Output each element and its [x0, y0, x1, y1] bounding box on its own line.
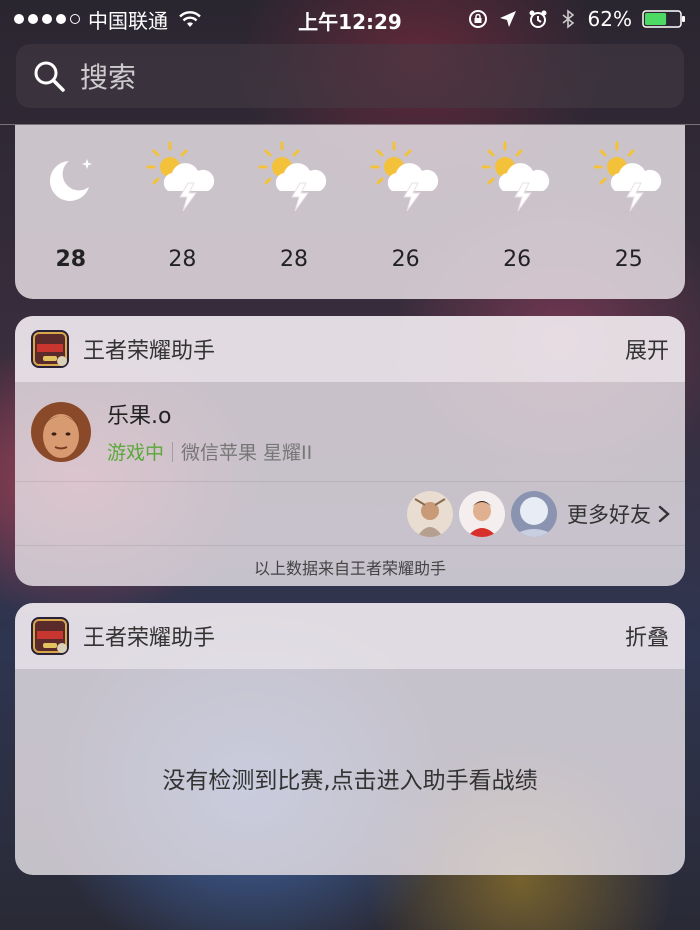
expand-button[interactable]: 展开: [625, 333, 669, 365]
forecast-item: 28: [127, 139, 239, 272]
in-game-status: 游戏中: [107, 442, 165, 464]
status-divider: [172, 441, 174, 462]
friend-avatar: [31, 401, 91, 462]
friend-avatar-small: [407, 490, 453, 537]
more-friends-link[interactable]: 更多好友: [567, 499, 651, 529]
bluetooth-icon: [562, 9, 574, 29]
alarm-icon: [529, 10, 547, 28]
battery-icon: [642, 10, 685, 28]
status-bar: 中国联通 上午12:29 62%: [0, 0, 700, 38]
forecast-item: 28: [15, 139, 127, 272]
carrier-name: 中国联通: [88, 8, 168, 33]
collapse-button[interactable]: 折叠: [625, 620, 669, 652]
search-placeholder: 搜索: [80, 61, 137, 94]
forecast-temp: 26: [391, 247, 420, 272]
data-source-note: 以上数据来自王者荣耀助手: [253, 559, 446, 578]
forecast-item: 26: [350, 139, 462, 272]
search-input[interactable]: 搜索: [16, 44, 684, 108]
forecast-temp: 28: [168, 247, 197, 272]
friend-avatar-small: [511, 490, 557, 537]
forecast-temp: 25: [614, 247, 643, 272]
friend-name: 乐果.o: [107, 404, 172, 429]
forecast-temp: 28: [279, 247, 308, 272]
sun-thunder-icon: [258, 141, 327, 212]
forecast-temp: 28: [55, 247, 87, 272]
forecast-temp: 26: [503, 247, 532, 272]
moon-stars-icon: [49, 159, 93, 201]
battery-percentage: 62%: [587, 7, 632, 31]
sun-thunder-icon: [370, 141, 438, 212]
game-app-icon: [31, 617, 69, 655]
widget-header: 王者荣耀助手 展开: [15, 316, 685, 382]
hourly-forecast: 28 28 28 26 26 25: [15, 139, 685, 272]
friend-row[interactable]: 乐果.o 游戏中 微信苹果 星耀II: [15, 382, 685, 482]
widget-title: 王者荣耀助手: [83, 626, 216, 651]
widget-header: 王者荣耀助手 折叠: [15, 603, 685, 669]
location-arrow-icon: [499, 11, 516, 27]
friend-rank: 微信苹果 星耀II: [181, 442, 313, 464]
widget-title: 王者荣耀助手: [83, 339, 216, 364]
forecast-item: 25: [573, 139, 685, 272]
weather-widget[interactable]: 28 28 28 26 26 25: [15, 125, 685, 299]
forecast-item: 26: [461, 139, 573, 272]
friend-avatar-small: [459, 490, 505, 537]
game-assistant-widget[interactable]: 王者荣耀助手 展开 乐果.o 游戏中 微信苹果 星耀II 更多好友 以上数据来自…: [15, 316, 685, 586]
game-app-icon: [31, 330, 69, 368]
sun-thunder-icon: [481, 141, 550, 212]
search-icon: [34, 61, 65, 92]
no-match-message[interactable]: 没有检测到比赛,点击进入助手看战绩: [15, 761, 685, 795]
game-assistant-widget-match[interactable]: 王者荣耀助手 折叠 没有检测到比赛,点击进入助手看战绩: [15, 603, 685, 875]
wifi-icon: [179, 11, 201, 27]
signal-strength-icon: [14, 14, 80, 24]
sun-thunder-icon: [593, 141, 661, 212]
chevron-right-icon: [658, 505, 670, 522]
forecast-item: 28: [238, 139, 350, 272]
more-friends-row[interactable]: 更多好友: [15, 482, 685, 546]
rotation-lock-icon: [468, 10, 487, 28]
sun-thunder-icon: [146, 141, 215, 212]
